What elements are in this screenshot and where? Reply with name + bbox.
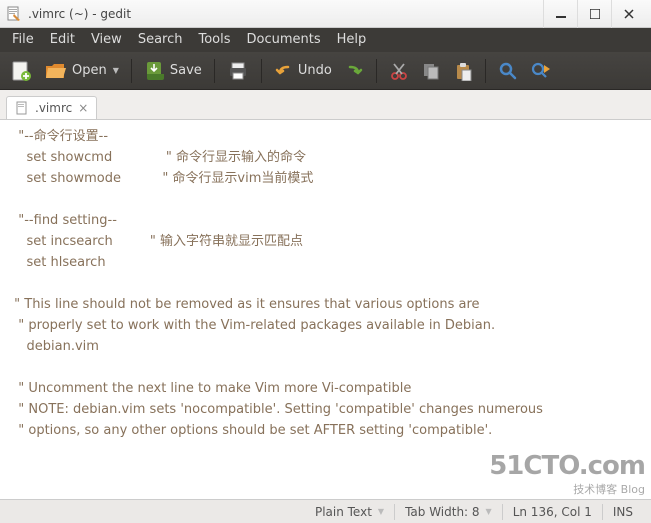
undo-icon (274, 61, 294, 81)
separator (261, 59, 262, 83)
undo-label: Undo (298, 63, 332, 78)
save-label: Save (170, 63, 202, 78)
open-button[interactable]: Open ▼ (40, 58, 123, 84)
print-icon (227, 60, 249, 82)
statusbar: Plain Text▼ Tab Width: 8▼ Ln 136, Col 1 … (0, 499, 651, 523)
menu-view[interactable]: View (83, 28, 130, 52)
paste-button[interactable] (449, 59, 477, 83)
chevron-down-icon: ▼ (486, 507, 492, 516)
toolbar: Open ▼ Save Undo (0, 52, 651, 90)
save-button[interactable]: Save (140, 58, 206, 84)
titlebar: .vimrc (~) - gedit (0, 0, 651, 28)
chevron-down-icon: ▼ (378, 507, 384, 516)
window-title: .vimrc (~) - gedit (28, 7, 543, 21)
paste-icon (453, 61, 473, 81)
replace-button[interactable] (526, 59, 556, 83)
new-file-icon (10, 59, 32, 83)
search-button[interactable] (494, 59, 522, 83)
new-button[interactable] (6, 57, 36, 85)
search-icon (498, 61, 518, 81)
menubar: File Edit View Search Tools Documents He… (0, 28, 651, 52)
close-button[interactable] (611, 0, 645, 28)
tabwidth-selector[interactable]: Tab Width: 8▼ (395, 505, 502, 519)
minimize-button[interactable] (543, 0, 577, 28)
tab-vimrc[interactable]: .vimrc × (6, 96, 97, 119)
save-icon (144, 60, 166, 82)
menu-file[interactable]: File (4, 28, 42, 52)
copy-button[interactable] (417, 59, 445, 83)
chevron-down-icon: ▼ (113, 66, 119, 75)
redo-button[interactable] (340, 59, 368, 83)
separator (131, 59, 132, 83)
menu-search[interactable]: Search (130, 28, 191, 52)
replace-icon (530, 61, 552, 81)
separator (376, 59, 377, 83)
undo-button[interactable]: Undo (270, 59, 336, 83)
insert-mode[interactable]: INS (603, 505, 643, 519)
tab-label: .vimrc (35, 101, 72, 115)
print-button[interactable] (223, 58, 253, 84)
copy-icon (421, 61, 441, 81)
cut-button[interactable] (385, 59, 413, 83)
folder-open-icon (44, 60, 68, 82)
filetype-selector[interactable]: Plain Text▼ (305, 505, 394, 519)
separator (485, 59, 486, 83)
cursor-position: Ln 136, Col 1 (503, 505, 602, 519)
close-icon[interactable]: × (78, 101, 88, 115)
menu-tools[interactable]: Tools (190, 28, 238, 52)
editor-area[interactable]: "--命令行设置-- set showcmd " 命令行显示输入的命令 set … (0, 120, 651, 499)
open-label: Open (72, 63, 107, 78)
redo-icon (344, 61, 364, 81)
editor-content: "--命令行设置-- set showcmd " 命令行显示输入的命令 set … (10, 129, 543, 438)
menu-edit[interactable]: Edit (42, 28, 83, 52)
menu-help[interactable]: Help (329, 28, 375, 52)
separator (214, 59, 215, 83)
app-icon (6, 6, 22, 22)
file-icon (15, 101, 29, 115)
scissors-icon (389, 61, 409, 81)
tabbar: .vimrc × (0, 90, 651, 120)
maximize-button[interactable] (577, 0, 611, 28)
menu-documents[interactable]: Documents (239, 28, 329, 52)
